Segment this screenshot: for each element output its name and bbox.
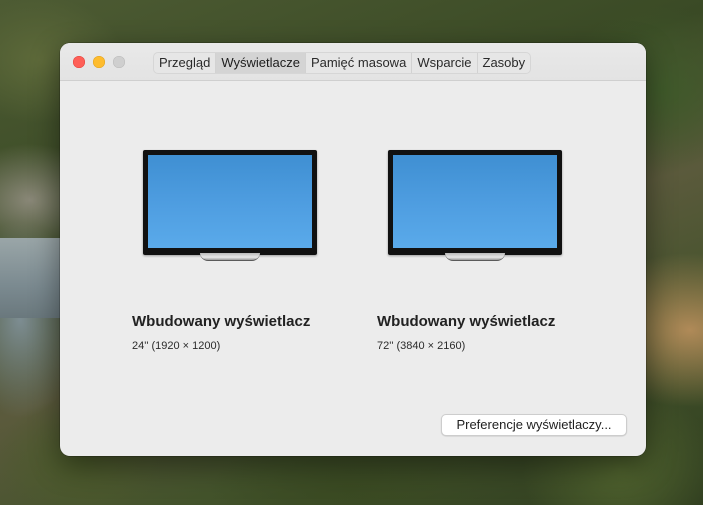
- display-name: Wbudowany wyświetlacz: [377, 313, 556, 330]
- display-name: Wbudowany wyświetlacz: [132, 313, 311, 330]
- display-card: Wbudowany wyświetlacz 72'' (3840 × 2160): [377, 150, 577, 352]
- monitor-icon: [388, 150, 562, 261]
- monitor-screen: [393, 155, 557, 248]
- tab-przeglad[interactable]: Przegląd: [154, 53, 217, 73]
- display-spec: 24'' (1920 × 1200): [132, 340, 221, 352]
- monitor-stand: [200, 253, 260, 261]
- display-spec: 72'' (3840 × 2160): [377, 340, 466, 352]
- monitor-screen: [148, 155, 312, 248]
- close-window-button[interactable]: [73, 56, 85, 68]
- monitor-icon: [143, 150, 317, 261]
- about-this-mac-window: Przegląd Wyświetlacze Pamięć masowa Wspa…: [60, 43, 646, 456]
- tab-wyswietlacze[interactable]: Wyświetlacze: [216, 53, 306, 73]
- wallpaper-water: [0, 238, 62, 318]
- zoom-window-button[interactable]: [113, 56, 125, 68]
- minimize-window-button[interactable]: [93, 56, 105, 68]
- tab-bar: Przegląd Wyświetlacze Pamięć masowa Wspa…: [153, 52, 532, 74]
- monitor-bezel: [388, 150, 562, 255]
- tab-pamiec-masowa[interactable]: Pamięć masowa: [306, 53, 413, 73]
- display-card: Wbudowany wyświetlacz 24'' (1920 × 1200): [132, 150, 332, 352]
- monitor-stand: [445, 253, 505, 261]
- monitor-bezel: [143, 150, 317, 255]
- tab-wsparcie[interactable]: Wsparcie: [412, 53, 478, 73]
- display-preferences-button[interactable]: Preferencje wyświetlaczy...: [441, 414, 627, 436]
- tab-zasoby[interactable]: Zasoby: [478, 53, 531, 73]
- window-titlebar[interactable]: Przegląd Wyświetlacze Pamięć masowa Wspa…: [60, 43, 646, 81]
